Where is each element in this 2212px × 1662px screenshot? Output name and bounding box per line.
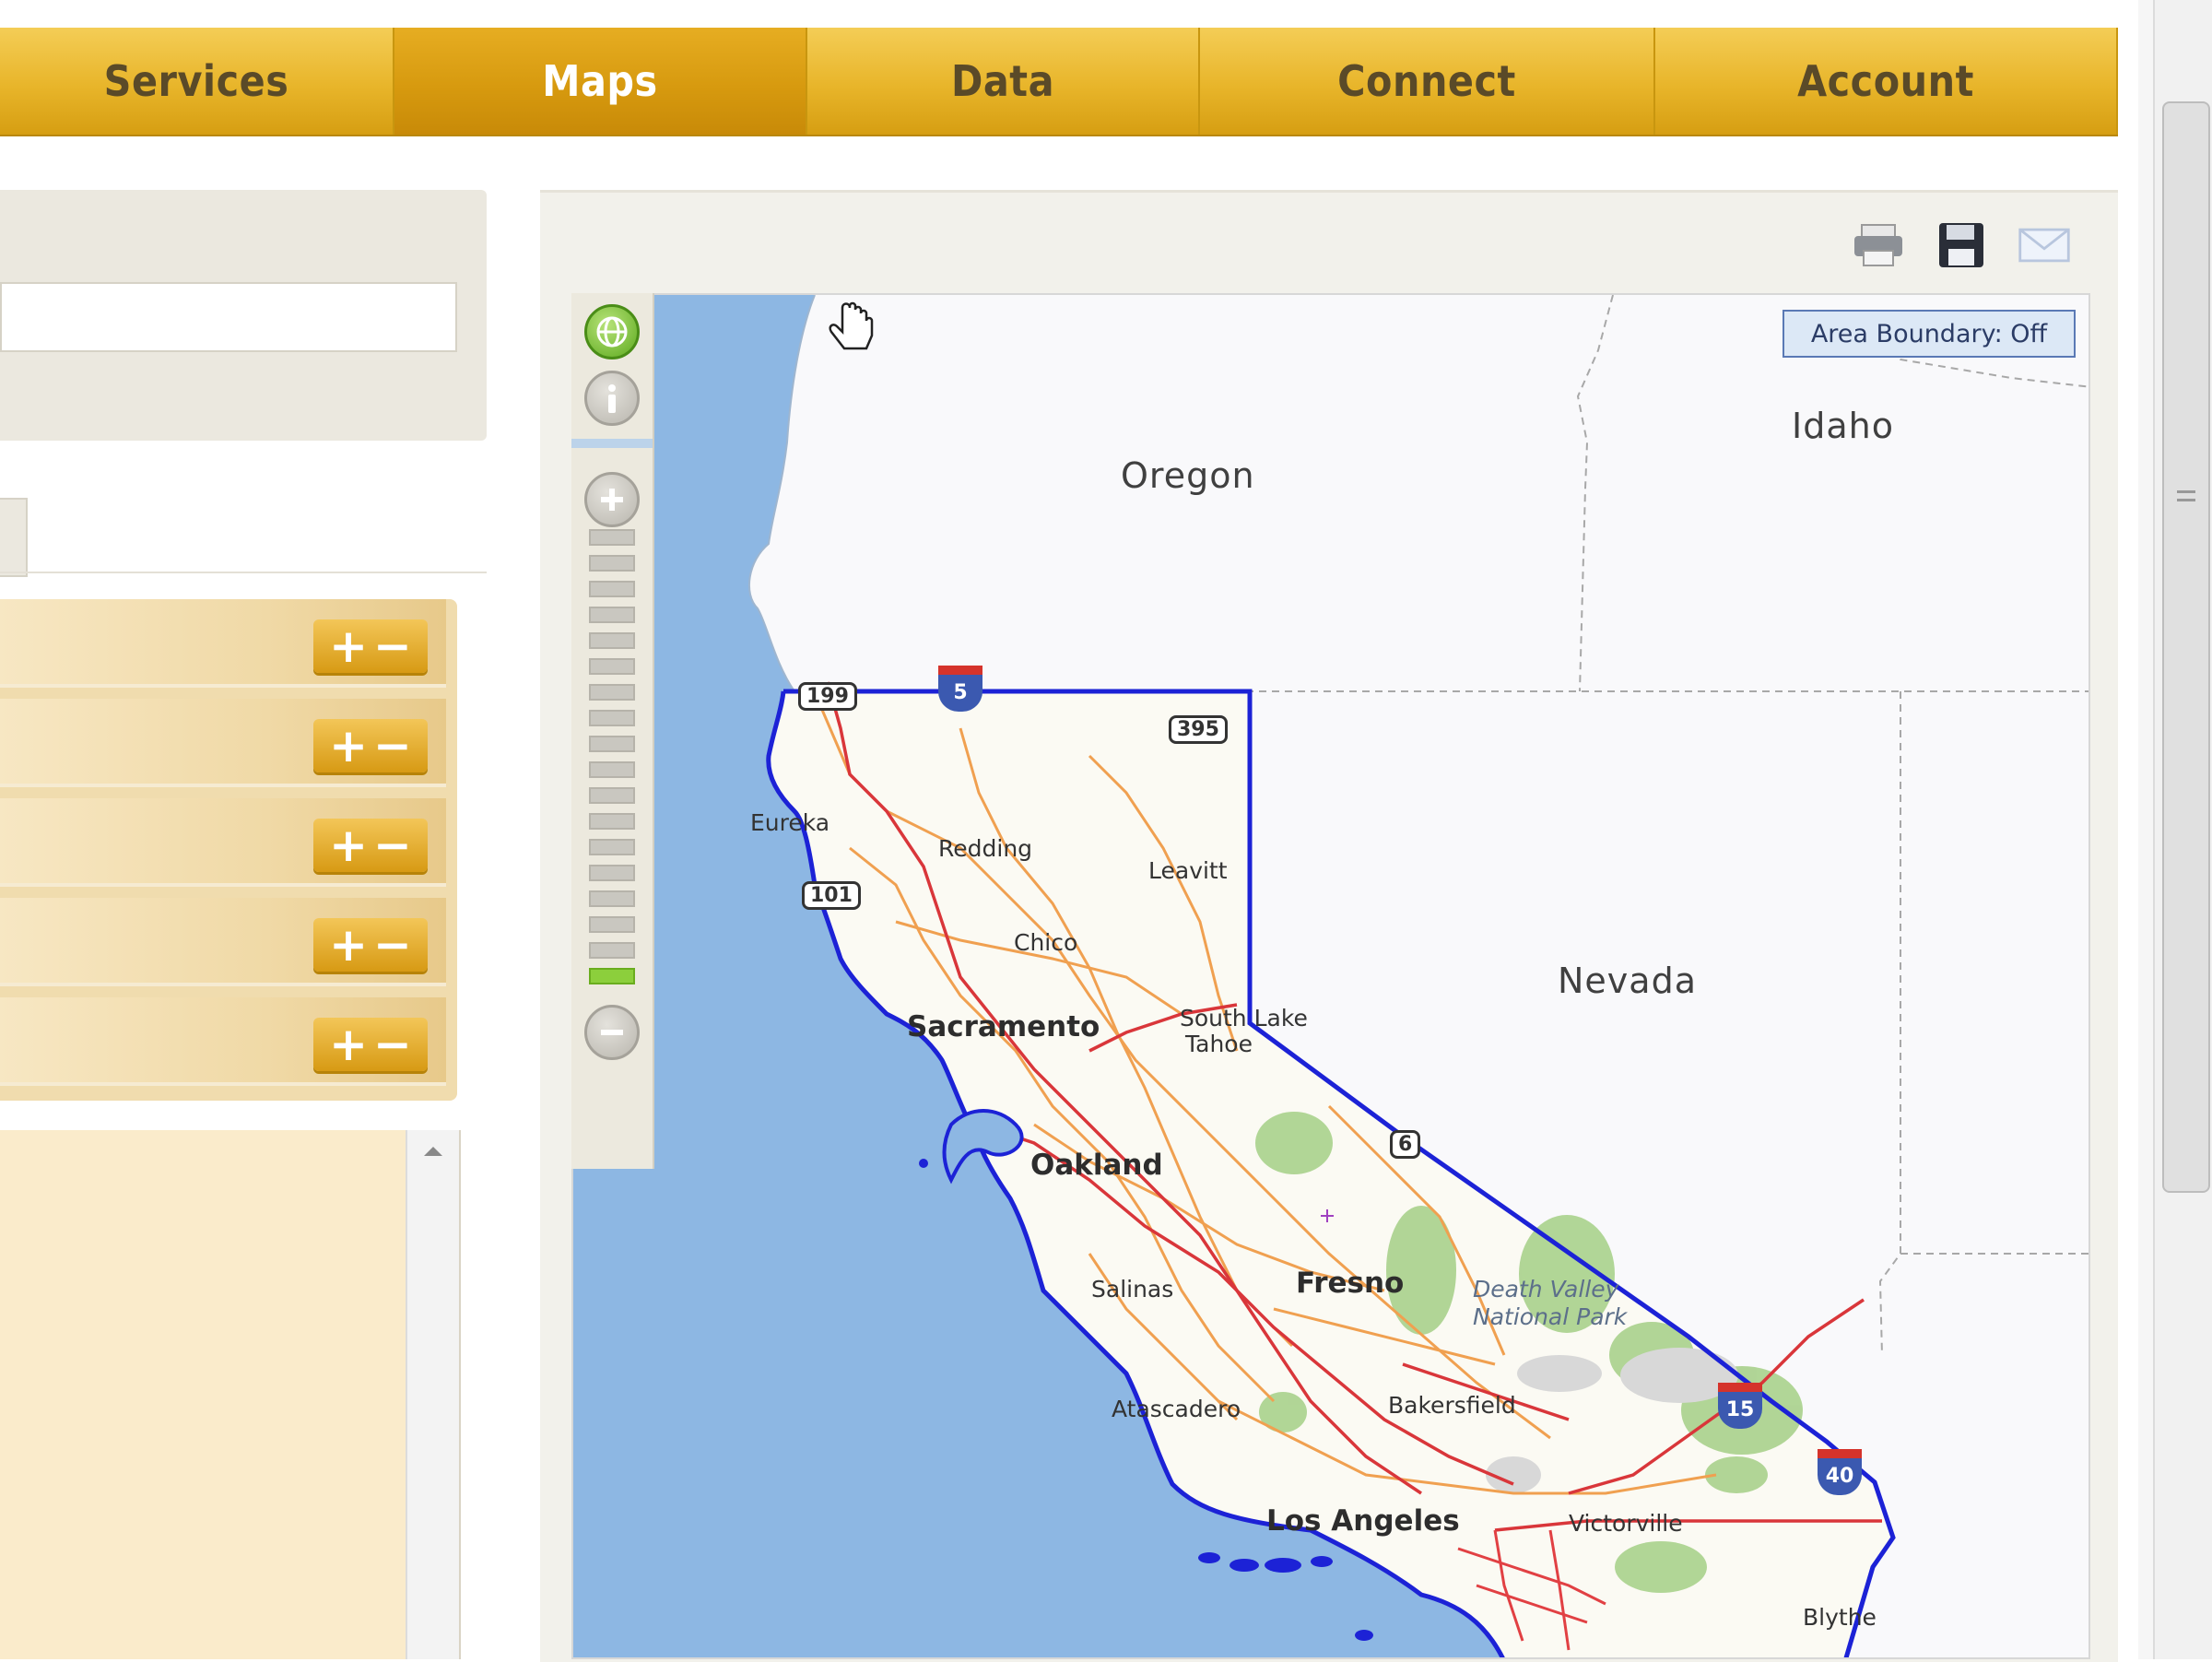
map-label-eureka: Eureka	[750, 809, 830, 836]
map-toolbar	[571, 293, 654, 1169]
zoom-level-tick[interactable]	[589, 839, 635, 855]
map-label-tahoe: Tahoe	[1185, 1031, 1253, 1057]
add-remove-button[interactable]: + −	[313, 918, 428, 972]
interstate-shield: 15	[1718, 1383, 1762, 1429]
zoom-level-tick[interactable]	[589, 916, 635, 933]
add-remove-button[interactable]: + −	[313, 819, 428, 872]
nav-tab-account[interactable]: Account	[1655, 28, 2118, 135]
toolbar-divider	[571, 439, 653, 448]
layer-row: + −	[0, 599, 446, 688]
map-label-chico: Chico	[1014, 929, 1078, 956]
zoom-level-tick[interactable]	[589, 632, 635, 649]
email-icon[interactable]	[2017, 221, 2072, 269]
print-icon[interactable]	[1851, 221, 1906, 269]
zoom-level-tick[interactable]	[589, 607, 635, 623]
globe-icon[interactable]	[584, 304, 640, 360]
map-label-sacramento: Sacramento	[907, 1010, 1100, 1043]
minus-icon[interactable]: −	[373, 822, 412, 868]
map-label-idaho: Idaho	[1792, 406, 1894, 446]
map-label-blythe: Blythe	[1803, 1604, 1877, 1631]
map-label-salinas: Salinas	[1091, 1276, 1174, 1302]
minus-icon[interactable]: −	[373, 723, 412, 769]
zoom-level-current[interactable]	[589, 968, 635, 984]
map-label-national-park: National Park	[1473, 1303, 1628, 1330]
map-canvas[interactable]	[573, 295, 2090, 1659]
zoom-level-tick[interactable]	[589, 761, 635, 778]
layer-list: + − + − + − + − + −	[0, 599, 457, 1101]
plus-icon[interactable]: +	[329, 922, 368, 968]
layer-row: + −	[0, 997, 446, 1086]
plus-icon[interactable]: +	[329, 822, 368, 868]
zoom-level-tick[interactable]	[589, 942, 635, 959]
plus-icon[interactable]: +	[329, 1021, 368, 1067]
zoom-level-tick[interactable]	[589, 736, 635, 752]
plus-icon[interactable]: +	[329, 623, 368, 669]
add-remove-button[interactable]: + −	[313, 719, 428, 772]
layer-row: + −	[0, 798, 446, 887]
zoom-level-tick[interactable]	[589, 710, 635, 726]
map-label-oakland: Oakland	[1030, 1149, 1163, 1182]
map-label-fresno: Fresno	[1296, 1267, 1405, 1300]
scrollbar-thumb[interactable]	[2162, 101, 2210, 1193]
zoom-level-tick[interactable]	[589, 813, 635, 830]
map-label-atascadero: Atascadero	[1112, 1396, 1241, 1422]
minus-icon[interactable]: −	[373, 1021, 412, 1067]
plus-icon[interactable]: +	[329, 723, 368, 769]
nav-tab-connect[interactable]: Connect	[1200, 28, 1655, 135]
zoom-level-tick[interactable]	[589, 658, 635, 675]
zoom-level-tick[interactable]	[589, 555, 635, 572]
route-shield: 199	[798, 682, 857, 711]
map-label-death-valley: Death Valley	[1473, 1276, 1619, 1302]
page-scrollbar[interactable]	[2153, 0, 2212, 1659]
area-boundary-toggle[interactable]: Area Boundary: Off	[1783, 310, 2076, 358]
nav-tab-services[interactable]: Services	[0, 28, 394, 135]
results-scrollbar[interactable]	[406, 1130, 459, 1659]
map-viewport[interactable]: Oregon Idaho Nevada Eureka Redding Leavi…	[571, 293, 2090, 1659]
save-icon[interactable]	[1934, 221, 1989, 269]
map-label-nevada: Nevada	[1558, 961, 1697, 1001]
main-nav: Services Maps Data Connect Account	[0, 28, 2118, 136]
interstate-shield: 5	[938, 666, 982, 712]
layer-row: + −	[0, 898, 446, 986]
minus-icon[interactable]: −	[373, 623, 412, 669]
minus-icon[interactable]: −	[373, 922, 412, 968]
zoom-level-tick[interactable]	[589, 684, 635, 701]
map-label-bakersfield: Bakersfield	[1388, 1392, 1516, 1419]
map-label-redding: Redding	[938, 835, 1033, 862]
route-shield: 101	[802, 881, 861, 910]
scroll-up-icon[interactable]	[424, 1147, 442, 1156]
zoom-level-tick[interactable]	[589, 787, 635, 804]
zoom-in-icon[interactable]	[584, 472, 640, 527]
interstate-shield: 40	[1818, 1449, 1862, 1495]
map-label-south-lake: South Lake	[1180, 1005, 1308, 1031]
panel-tab[interactable]	[0, 498, 28, 577]
nav-tab-data[interactable]: Data	[807, 28, 1200, 135]
zoom-level-tick[interactable]	[589, 529, 635, 546]
map-label-los-angeles: Los Angeles	[1266, 1504, 1460, 1538]
map-label-leavitt: Leavitt	[1148, 857, 1228, 884]
add-remove-button[interactable]: + −	[313, 1018, 428, 1071]
map-label-oregon: Oregon	[1121, 455, 1255, 496]
zoom-level-tick[interactable]	[589, 890, 635, 907]
nav-tab-maps[interactable]: Maps	[394, 28, 807, 135]
zoom-level-tick[interactable]	[589, 865, 635, 881]
page-edge	[2138, 0, 2153, 1659]
zoom-out-icon[interactable]	[584, 1005, 640, 1060]
route-shield: 6	[1390, 1130, 1421, 1159]
route-shield: 395	[1169, 715, 1228, 744]
search-input[interactable]	[0, 282, 457, 352]
map-label-victorville: Victorville	[1569, 1510, 1683, 1537]
zoom-level-tick[interactable]	[589, 581, 635, 597]
info-icon[interactable]	[584, 371, 640, 426]
add-remove-button[interactable]: + −	[313, 619, 428, 673]
layer-row: + −	[0, 699, 446, 787]
results-list	[0, 1130, 461, 1659]
scrollbar-grip-icon	[2177, 490, 2195, 501]
panel-divider	[0, 572, 487, 573]
